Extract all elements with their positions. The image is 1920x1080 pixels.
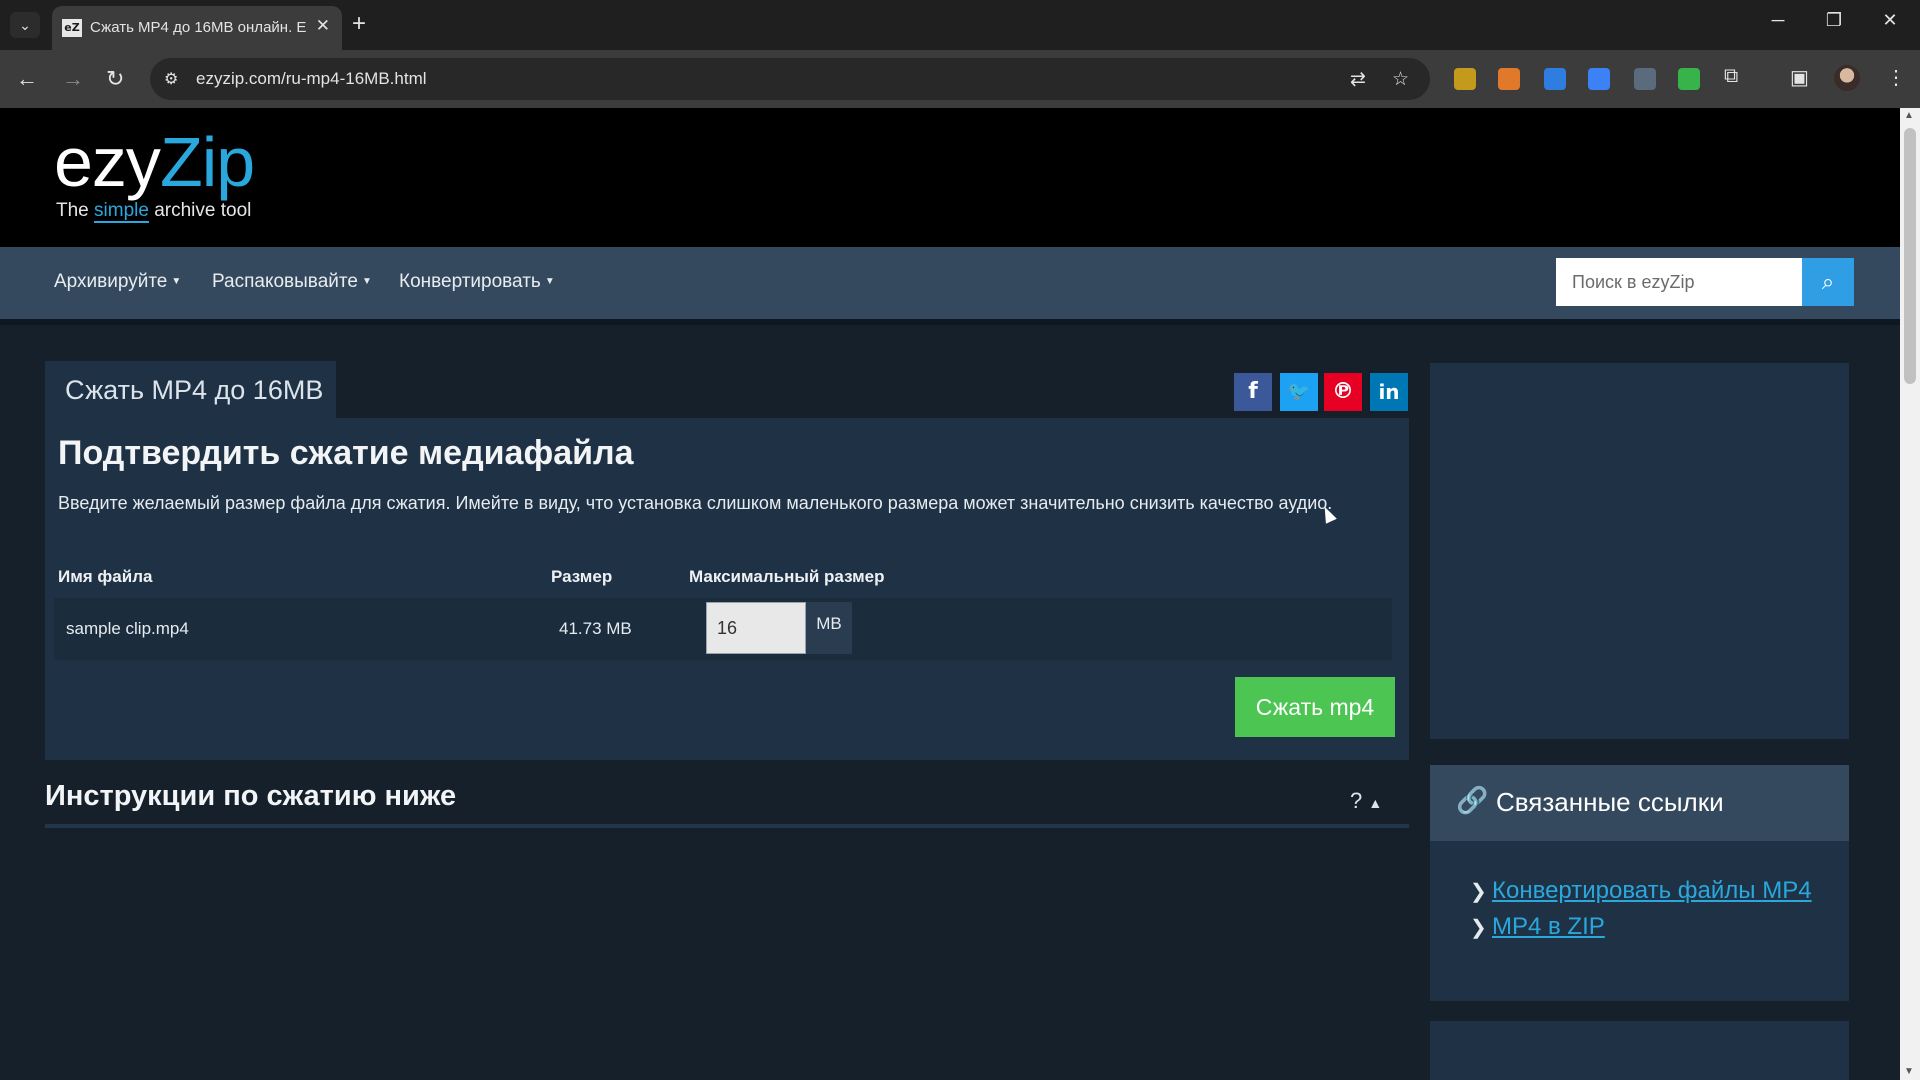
logo-zip-text: Zip xyxy=(159,123,255,201)
ad-placeholder-2 xyxy=(1430,1021,1849,1080)
main-nav: Архивируйте ▼ Распаковывайте ▼ Конвертиров… xyxy=(0,247,1900,319)
browser-tab-active[interactable]: eZ Сжать MP4 до 16MB онлайн. E ✕ xyxy=(52,6,342,50)
tagline-post: archive tool xyxy=(148,200,252,221)
extensions-icon[interactable]: ⧉ xyxy=(1724,65,1738,88)
bookmark-star-icon[interactable]: ☆ xyxy=(1392,68,1409,91)
forward-icon[interactable]: → xyxy=(62,66,84,92)
compress-button[interactable]: Сжать mp4 xyxy=(1235,677,1395,737)
favicon-icon: eZ xyxy=(62,19,82,37)
site-header: ezyZip The simple archive tool xyxy=(0,108,1900,247)
chevron-right-icon: ❯ xyxy=(1470,881,1487,903)
column-header-size: Размер xyxy=(551,567,613,586)
link-icon: 🔗 xyxy=(1456,785,1489,815)
file-size: 41.73 MB xyxy=(559,619,632,638)
profile-avatar[interactable] xyxy=(1834,65,1860,91)
tagline-simple: simple xyxy=(94,200,149,223)
scrollbar-thumb[interactable] xyxy=(1904,128,1916,384)
instructions-divider xyxy=(45,824,1409,828)
size-unit: MB xyxy=(806,602,852,654)
related-links-card: 🔗 Связанные ссылки ❯ Конвертировать файл… xyxy=(1430,765,1849,1001)
nav-convert-dropdown[interactable]: Конвертировать ▼ xyxy=(399,271,555,293)
extension-shield-icon[interactable] xyxy=(1544,68,1566,90)
instructions-toggle[interactable]: ? ▲ xyxy=(1350,788,1382,814)
caret-down-icon: ▼ xyxy=(361,276,372,288)
help-icon: ? xyxy=(1350,788,1363,813)
metamask-icon[interactable] xyxy=(1498,68,1520,90)
web-page: ezyZip The simple archive tool Архивируй… xyxy=(0,108,1900,1080)
restore-icon[interactable]: ❐ xyxy=(1814,10,1854,31)
nav-archive-dropdown[interactable]: Архивируйте ▼ xyxy=(54,271,181,293)
instructions-heading: Инструкции по сжатию ниже xyxy=(45,780,457,812)
search-icon[interactable]: ⌕ xyxy=(1802,258,1854,306)
table-row: sample clip.mp4 41.73 MB MB xyxy=(54,598,1392,660)
close-window-icon[interactable]: ✕ xyxy=(1870,10,1910,31)
logo-ezy-text: ezy xyxy=(54,123,161,201)
tool-title: Сжать MP4 до 16MB xyxy=(65,375,324,405)
scroll-down-icon[interactable]: ▼ xyxy=(1904,1066,1914,1077)
tab-search-icon[interactable]: ⌄ xyxy=(10,12,40,38)
card-heading: Подтвердить сжатие медиафайла xyxy=(58,434,634,472)
address-bar[interactable]: ⚙ ezyzip.com/ru-mp4-16MB.html ⇄ ☆ xyxy=(150,58,1430,100)
card-description: Введите желаемый размер файла для сжатия… xyxy=(58,493,1333,513)
logo-tagline: The simple archive tool xyxy=(56,200,252,223)
ad-placeholder xyxy=(1430,363,1849,739)
new-tab-icon[interactable]: + xyxy=(352,10,366,38)
side-panel-icon[interactable]: ▣ xyxy=(1790,65,1809,90)
menu-icon[interactable]: ⋮ xyxy=(1886,65,1906,90)
site-logo[interactable]: ezyZip xyxy=(54,122,255,202)
url-text[interactable]: ezyzip.com/ru-mp4-16MB.html xyxy=(196,69,427,89)
tagline-pre: The xyxy=(56,200,95,221)
green-arrow-extension-icon[interactable] xyxy=(1678,68,1700,90)
compress-card: Подтвердить сжатие медиафайла Введите же… xyxy=(45,418,1409,760)
related-link-convert-mp4[interactable]: Конвертировать файлы MP4 xyxy=(1492,877,1812,905)
linkedin-share-icon[interactable]: in xyxy=(1370,373,1408,411)
tab-title: Сжать MP4 до 16MB онлайн. E xyxy=(90,19,307,36)
caret-down-icon: ▼ xyxy=(544,276,555,288)
pinterest-share-icon[interactable]: ℗ xyxy=(1324,373,1362,411)
caret-up-icon: ▲ xyxy=(1368,795,1383,811)
browser-tabstrip: ⌄ eZ Сжать MP4 до 16MB онлайн. E ✕ + ─ ❐… xyxy=(0,0,1920,50)
nav-extract-dropdown[interactable]: Распаковывайте ▼ xyxy=(212,271,372,293)
nav-divider xyxy=(0,319,1900,325)
chevron-right-icon: ❯ xyxy=(1470,917,1487,939)
related-links-header: 🔗 Связанные ссылки xyxy=(1430,765,1849,841)
translate-icon[interactable]: ⇄ xyxy=(1350,68,1366,91)
site-info-icon[interactable]: ⚙ xyxy=(164,69,178,89)
column-header-filename: Имя файла xyxy=(58,567,153,586)
back-icon[interactable]: ← xyxy=(16,66,38,92)
scroll-up-icon[interactable]: ▲ xyxy=(1904,110,1914,121)
nav-label: Архивируйте xyxy=(54,271,168,292)
minimize-icon[interactable]: ─ xyxy=(1758,10,1798,31)
reload-icon[interactable]: ↻ xyxy=(106,66,124,92)
close-icon[interactable]: ✕ xyxy=(316,16,330,36)
site-search-input[interactable] xyxy=(1556,258,1802,306)
twitter-share-icon[interactable]: 🐦 xyxy=(1280,373,1318,411)
column-header-max-size: Максимальный размер xyxy=(689,567,885,586)
browser-toolbar: ← → ↻ ⚙ ezyzip.com/ru-mp4-16MB.html ⇄ ☆ … xyxy=(0,50,1920,108)
caret-down-icon: ▼ xyxy=(171,276,182,288)
extension-1-icon[interactable] xyxy=(1454,68,1476,90)
file-name: sample clip.mp4 xyxy=(66,619,189,638)
max-size-input[interactable] xyxy=(706,602,806,654)
related-links-title: Связанные ссылки xyxy=(1496,787,1724,817)
download-extension-icon[interactable] xyxy=(1634,68,1656,90)
page-scrollbar[interactable]: ▲ ▼ xyxy=(1900,108,1920,1080)
translate-extension-icon[interactable] xyxy=(1588,68,1610,90)
related-link-mp4-zip[interactable]: MP4 в ZIP xyxy=(1492,913,1605,941)
facebook-share-icon[interactable]: f xyxy=(1234,373,1272,411)
nav-label: Распаковывайте xyxy=(212,271,358,292)
nav-label: Конвертировать xyxy=(399,271,541,292)
tool-title-tab: Сжать MP4 до 16MB xyxy=(45,361,336,418)
